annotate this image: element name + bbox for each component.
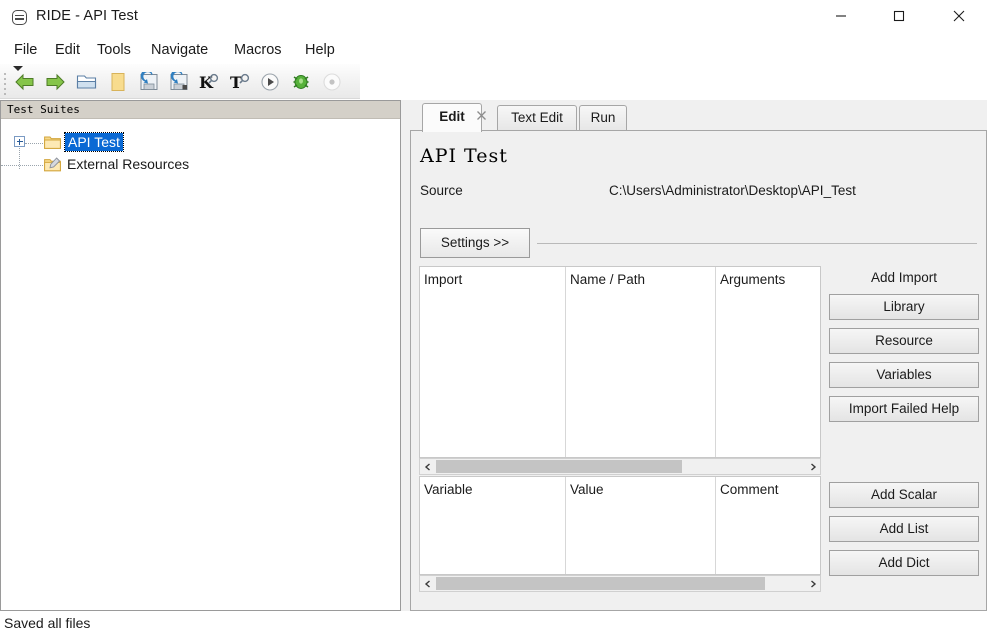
- settings-toggle-button[interactable]: Settings >>: [420, 228, 530, 258]
- source-value: C:\Users\Administrator\Desktop\API_Test: [609, 183, 856, 198]
- source-label: Source: [420, 183, 463, 198]
- folder-edit-icon: [44, 157, 61, 172]
- tree-item-external-resources[interactable]: External Resources: [1, 154, 400, 176]
- column-header-label: Import: [424, 272, 463, 287]
- editor-tabstrip: Edit Text Edit Run: [410, 100, 987, 132]
- page-title: API Test: [420, 145, 508, 167]
- test-suites-header: Test Suites: [1, 101, 400, 119]
- imports-hscrollbar[interactable]: [419, 458, 821, 475]
- open-folder-icon[interactable]: [74, 69, 100, 94]
- status-bar: Saved all files: [0, 612, 987, 636]
- debug-icon[interactable]: [288, 69, 314, 94]
- menu-item-tools[interactable]: Tools: [91, 39, 137, 61]
- panel-splitter[interactable]: [401, 100, 410, 611]
- tree-item-label[interactable]: API Test: [64, 132, 124, 152]
- import-failed-help-button[interactable]: Import Failed Help: [829, 396, 979, 422]
- maximize-button[interactable]: [876, 0, 922, 32]
- ride-app-icon: [12, 10, 27, 25]
- search-tests-icon[interactable]: T: [227, 69, 253, 94]
- variables-column-variable[interactable]: Variable: [420, 477, 566, 574]
- add-import-label: Add Import: [870, 270, 938, 285]
- editor-content: API Test Source C:\Users\Administrator\D…: [410, 131, 987, 611]
- add-scalar-button[interactable]: Add Scalar: [829, 482, 979, 508]
- scroll-left-icon[interactable]: [420, 459, 435, 474]
- tree-item-api-test[interactable]: API Test: [1, 132, 400, 169]
- toolbar: K T: [0, 64, 360, 99]
- imports-grid[interactable]: Import Name / Path Arguments: [419, 266, 821, 458]
- add-dict-button[interactable]: Add Dict: [829, 550, 979, 576]
- save-icon[interactable]: [136, 69, 162, 94]
- tab-run[interactable]: Run: [579, 105, 627, 131]
- imports-column-import[interactable]: Import: [420, 267, 566, 457]
- test-suites-panel: Test Suites API Test External Resources: [0, 100, 401, 611]
- stop-icon[interactable]: [319, 69, 345, 94]
- menu-item-file[interactable]: File: [8, 39, 43, 61]
- tree-connector: [25, 143, 45, 144]
- settings-divider: [537, 243, 977, 244]
- menu-item-edit[interactable]: Edit: [49, 39, 86, 61]
- editor-panel: Edit Text Edit Run API Test Source C:\Us…: [410, 100, 987, 611]
- column-header-label: Name / Path: [570, 272, 646, 287]
- variables-grid[interactable]: Variable Value Comment: [419, 476, 821, 575]
- scroll-right-icon[interactable]: [805, 576, 820, 591]
- toolbar-empty-area: [360, 64, 987, 99]
- tab-edit[interactable]: Edit: [422, 103, 482, 132]
- variables-hscrollbar[interactable]: [419, 575, 821, 592]
- add-library-button[interactable]: Library: [829, 294, 979, 320]
- toolbar-grip[interactable]: [3, 70, 8, 95]
- test-suites-tree[interactable]: API Test External Resources: [1, 120, 400, 610]
- save-all-icon[interactable]: [166, 69, 192, 94]
- menu-item-macros[interactable]: Macros: [228, 39, 288, 61]
- menu-bar: File Edit Tools Navigate Macros Help: [0, 38, 987, 62]
- status-message: Saved all files: [4, 615, 91, 631]
- scroll-thumb[interactable]: [436, 460, 682, 473]
- add-variables-button[interactable]: Variables: [829, 362, 979, 388]
- new-project-icon[interactable]: [105, 69, 131, 94]
- minimize-button[interactable]: [818, 0, 864, 32]
- run-icon[interactable]: [257, 69, 283, 94]
- variables-column-value[interactable]: Value: [566, 477, 716, 574]
- menu-item-help[interactable]: Help: [299, 39, 341, 61]
- close-button[interactable]: [936, 0, 982, 32]
- menu-item-navigate[interactable]: Navigate: [145, 39, 214, 61]
- folder-icon: [44, 135, 61, 149]
- scroll-right-icon[interactable]: [805, 459, 820, 474]
- search-keyword-icon[interactable]: K: [196, 69, 222, 94]
- tree-connector: [1, 165, 45, 166]
- column-header-label: Value: [570, 482, 604, 497]
- tab-close-icon[interactable]: [475, 109, 488, 122]
- tab-text-edit[interactable]: Text Edit: [497, 105, 577, 131]
- scroll-left-icon[interactable]: [420, 576, 435, 591]
- tree-expand-toggle[interactable]: [14, 136, 25, 147]
- add-resource-button[interactable]: Resource: [829, 328, 979, 354]
- forward-icon[interactable]: [42, 69, 68, 94]
- window-title: RIDE - API Test: [36, 8, 138, 24]
- add-list-button[interactable]: Add List: [829, 516, 979, 542]
- variables-column-comment[interactable]: Comment: [716, 477, 822, 574]
- scroll-thumb[interactable]: [436, 577, 765, 590]
- column-header-label: Arguments: [720, 272, 786, 287]
- tree-item-label[interactable]: External Resources: [67, 155, 189, 173]
- column-header-label: Comment: [720, 482, 779, 497]
- imports-column-name-path[interactable]: Name / Path: [566, 267, 716, 457]
- imports-column-arguments[interactable]: Arguments: [716, 267, 822, 457]
- column-header-label: Variable: [424, 482, 473, 497]
- title-bar: RIDE - API Test: [0, 0, 987, 36]
- back-icon[interactable]: [12, 69, 38, 94]
